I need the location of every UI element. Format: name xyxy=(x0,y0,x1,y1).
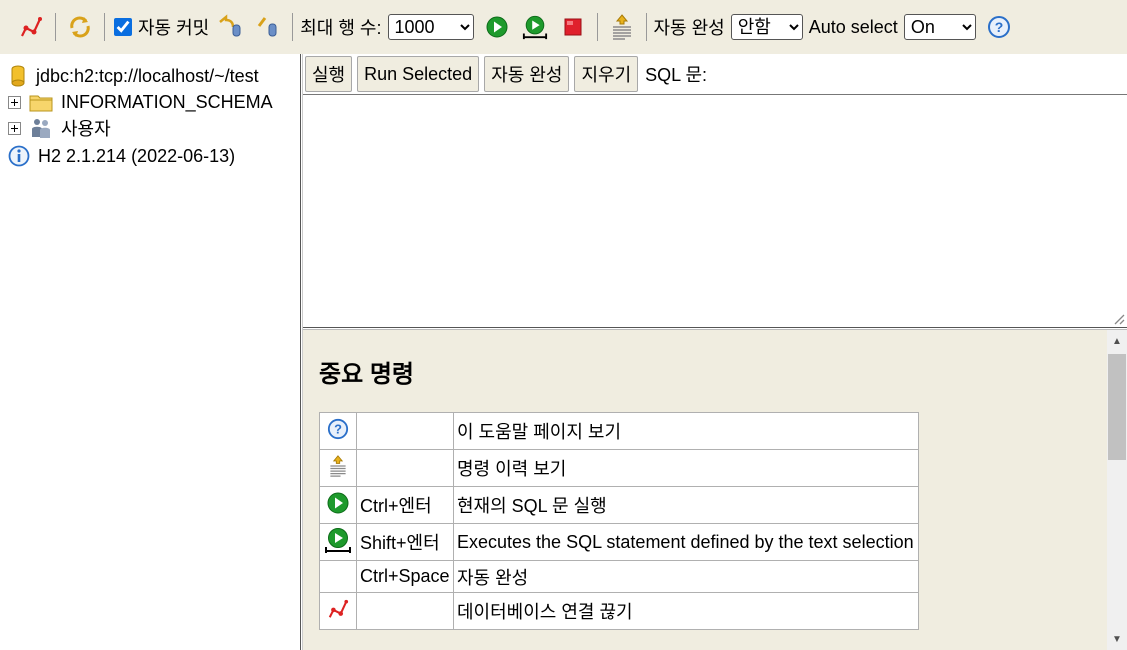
help-row-desc: 이 도움말 페이지 보기 xyxy=(453,412,919,450)
run-selected-button[interactable]: Run Selected xyxy=(357,56,480,92)
version-label: H2 2.1.214 (2022-06-13) xyxy=(38,145,236,166)
help-row-icon-cell: ? xyxy=(319,412,357,450)
help-table: ? 이 도움말 페이지 보기 명령 이력 보기 Ctrl+엔터 현재의 SQL … xyxy=(319,412,919,630)
expand-icon[interactable] xyxy=(8,95,21,109)
help-row-desc: 자동 완성 xyxy=(453,560,919,593)
sql-statement-label: SQL 문: xyxy=(645,65,708,85)
max-rows-label: 최대 행 수: xyxy=(300,18,382,38)
expand-icon[interactable] xyxy=(8,121,21,135)
help-row-icon-cell xyxy=(319,486,357,524)
help-icon[interactable]: ? xyxy=(986,14,1012,40)
help-row-icon-cell xyxy=(319,592,357,630)
help-row-desc: 현재의 SQL 문 실행 xyxy=(453,486,919,524)
result-scrollbar[interactable]: ▲ ▼ xyxy=(1107,330,1127,650)
info-icon xyxy=(8,145,30,167)
rollback-icon[interactable] xyxy=(217,14,243,40)
tree-item-information-schema[interactable]: INFORMATION_SCHEMA xyxy=(8,90,273,114)
folder-icon xyxy=(29,95,53,112)
help-title: 중요 명령 xyxy=(319,361,414,388)
run-selected-icon[interactable] xyxy=(324,526,352,554)
help-icon[interactable]: ? xyxy=(327,418,349,440)
stop-icon[interactable] xyxy=(560,14,586,40)
help-row-desc: Executes the SQL statement defined by th… xyxy=(453,523,919,561)
run-selected-icon[interactable] xyxy=(522,14,548,40)
toolbar-separator xyxy=(104,13,105,41)
tree-item-label: INFORMATION_SCHEMA xyxy=(61,91,273,112)
clear-button[interactable]: 지우기 xyxy=(574,56,639,92)
table-row: ? 이 도움말 페이지 보기 xyxy=(319,412,919,450)
resize-grip-icon[interactable] xyxy=(1113,313,1125,325)
query-toolbar: 실행 Run Selected 자동 완성 지우기 SQL 문: xyxy=(303,54,1127,94)
help-row-desc: 명령 이력 보기 xyxy=(453,449,919,487)
help-row-key xyxy=(356,412,454,450)
result-panel: 중요 명령 ? 이 도움말 페이지 보기 명령 이력 보기 Ctrl+엔터 현재… xyxy=(303,330,1107,650)
toolbar-separator xyxy=(645,13,647,41)
auto-select-select[interactable]: On xyxy=(903,14,976,40)
help-row-key: Ctrl+엔터 xyxy=(356,486,454,524)
sql-editor[interactable] xyxy=(303,94,1127,327)
help-row-desc: 데이터베이스 연결 끊기 xyxy=(453,592,919,630)
svg-text:?: ? xyxy=(334,421,342,436)
tree-item-users[interactable]: 사용자 xyxy=(8,116,111,140)
toolbar-separator xyxy=(596,13,598,41)
connection-label: jdbc:h2:tcp://localhost/~/test xyxy=(36,65,259,86)
help-row-key: Shift+엔터 xyxy=(356,523,454,561)
toolbar-separator xyxy=(55,13,56,41)
table-row: Ctrl+엔터 현재의 SQL 문 실행 xyxy=(319,486,919,524)
history-icon[interactable] xyxy=(327,453,349,479)
help-row-icon-cell xyxy=(319,560,357,593)
table-row: Shift+엔터 Executes the SQL statement defi… xyxy=(319,523,919,561)
table-row: Ctrl+Space 자동 완성 xyxy=(319,560,919,593)
database-icon xyxy=(11,65,25,87)
help-row-icon-cell xyxy=(319,449,357,487)
run-button[interactable]: 실행 xyxy=(305,56,353,92)
help-row-key xyxy=(356,592,454,630)
users-icon xyxy=(32,119,50,138)
run-icon[interactable] xyxy=(326,491,350,515)
autocomplete-button[interactable]: 자동 완성 xyxy=(484,56,570,92)
help-row-icon-cell xyxy=(319,523,357,561)
scroll-up-icon[interactable]: ▲ xyxy=(1107,332,1127,350)
tree-connection[interactable]: jdbc:h2:tcp://localhost/~/test xyxy=(8,64,259,88)
scroll-down-icon[interactable]: ▼ xyxy=(1107,630,1127,648)
object-tree: jdbc:h2:tcp://localhost/~/test INFORMATI… xyxy=(0,54,300,650)
auto-select-label: Auto select xyxy=(808,16,898,37)
run-icon[interactable] xyxy=(484,14,510,40)
help-row-key: Ctrl+Space xyxy=(356,560,454,593)
disconnect-icon[interactable] xyxy=(18,14,44,40)
svg-text:?: ? xyxy=(995,19,1004,35)
toolbar-separator xyxy=(292,13,294,41)
disconnect-icon[interactable] xyxy=(327,598,349,620)
commit-icon[interactable] xyxy=(255,14,281,40)
toolbar: 자동 커밋 최대 행 수: 1000 자동 완성 안함 Auto select … xyxy=(0,0,1127,54)
tree-item-label: 사용자 xyxy=(61,119,111,139)
autocommit-label: 자동 커밋 xyxy=(138,18,210,38)
scrollbar-thumb[interactable] xyxy=(1108,354,1126,460)
max-rows-select[interactable]: 1000 xyxy=(387,14,474,40)
history-icon[interactable] xyxy=(609,14,635,40)
autocomplete-select[interactable]: 안함 xyxy=(730,14,803,40)
refresh-icon[interactable] xyxy=(67,14,93,40)
tree-version: H2 2.1.214 (2022-06-13) xyxy=(8,144,235,168)
autocomplete-label: 자동 완성 xyxy=(653,18,725,38)
table-row: 데이터베이스 연결 끊기 xyxy=(319,592,919,630)
autocommit-checkbox[interactable] xyxy=(114,18,132,36)
table-row: 명령 이력 보기 xyxy=(319,449,919,487)
help-row-key xyxy=(356,449,454,487)
